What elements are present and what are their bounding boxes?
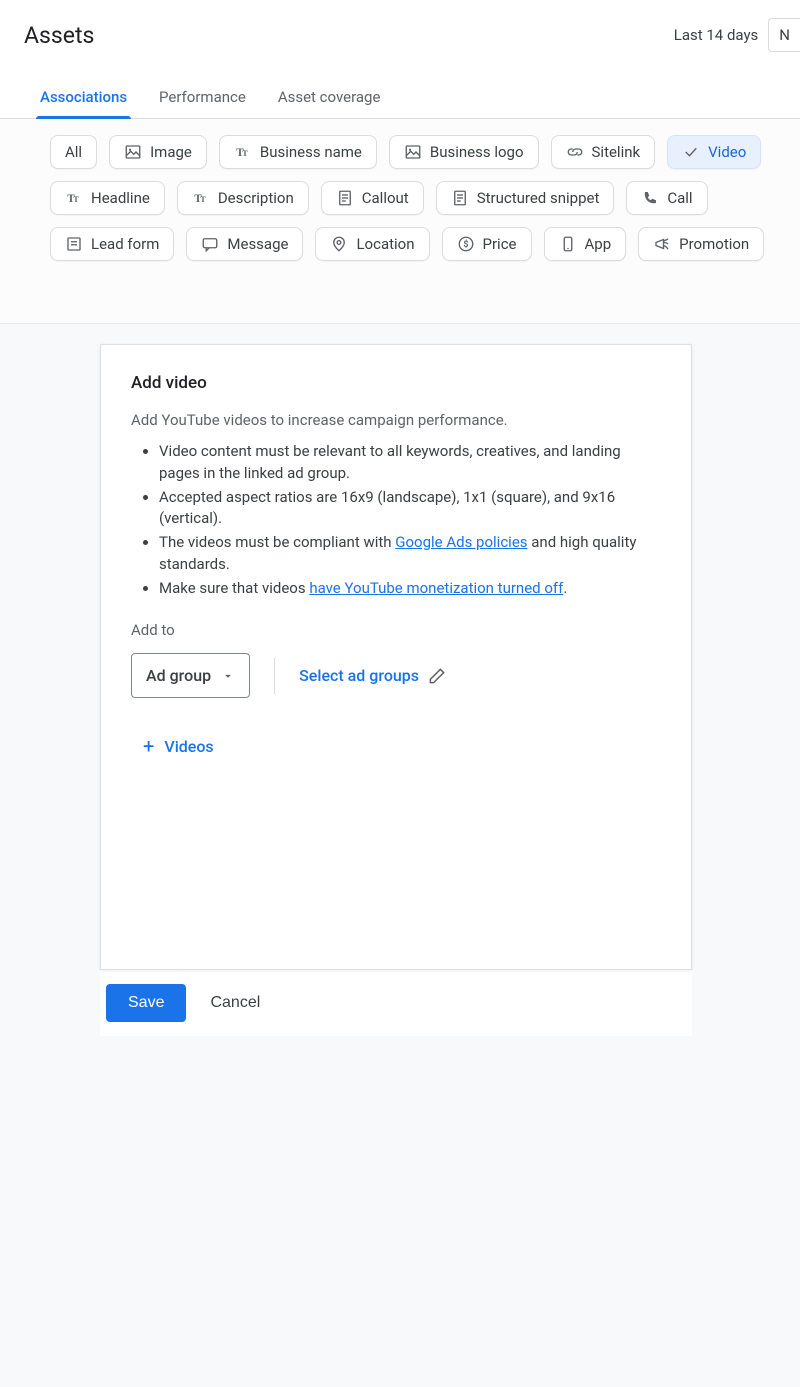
action-bar: Save Cancel — [100, 970, 692, 1036]
list-item: The videos must be compliant with Google… — [159, 532, 661, 576]
tt-icon — [65, 189, 83, 207]
chevron-down-icon — [221, 669, 235, 683]
requirements-list: Video content must be relevant to all ke… — [131, 441, 661, 599]
chip-label: Structured snippet — [477, 189, 600, 207]
card-title: Add video — [131, 373, 661, 393]
chip-image[interactable]: Image — [109, 135, 207, 169]
list-item: Make sure that videos have YouTube monet… — [159, 578, 661, 600]
price-icon — [457, 235, 475, 253]
chip-app[interactable]: App — [544, 227, 627, 261]
tab-asset-coverage[interactable]: Asset coverage — [278, 88, 381, 118]
chip-label: App — [585, 235, 612, 253]
list-item: Accepted aspect ratios are 16x9 (landsca… — [159, 487, 661, 531]
card-description: Add YouTube videos to increase campaign … — [131, 411, 661, 429]
chip-lead-form[interactable]: Lead form — [50, 227, 174, 261]
chip-business-logo[interactable]: Business logo — [389, 135, 539, 169]
monetization-link[interactable]: have YouTube monetization turned off — [309, 579, 563, 597]
select-ad-groups-button[interactable]: Select ad groups — [299, 666, 447, 686]
date-range-next[interactable]: N — [768, 18, 800, 52]
image-icon — [404, 143, 422, 161]
tt-icon — [192, 189, 210, 207]
pencil-icon — [427, 666, 447, 686]
asset-type-chips: All Image Business name Business logo Siteli… — [0, 119, 800, 324]
chip-call[interactable]: Call — [626, 181, 707, 215]
save-button[interactable]: Save — [106, 984, 186, 1022]
pin-icon — [330, 235, 348, 253]
cancel-button[interactable]: Cancel — [210, 994, 260, 1012]
chip-label: Message — [227, 235, 288, 253]
list-item: Video content must be relevant to all ke… — [159, 441, 661, 485]
policies-link[interactable]: Google Ads policies — [395, 533, 527, 551]
chip-callout[interactable]: Callout — [321, 181, 424, 215]
page-title: Assets — [24, 22, 94, 49]
phone-icon — [641, 189, 659, 207]
add-to-label: Add to — [131, 621, 661, 639]
chip-label: Business name — [260, 143, 362, 161]
chip-price[interactable]: Price — [442, 227, 532, 261]
chip-description[interactable]: Description — [177, 181, 309, 215]
chip-label: Business logo — [430, 143, 524, 161]
chip-message[interactable]: Message — [186, 227, 303, 261]
doc-icon — [336, 189, 354, 207]
chip-label: All — [65, 143, 82, 161]
chip-label: Call — [667, 189, 692, 207]
date-range[interactable]: Last 14 days N — [674, 18, 800, 52]
chip-structured-snippet[interactable]: Structured snippet — [436, 181, 615, 215]
divider — [274, 658, 275, 694]
chip-location[interactable]: Location — [315, 227, 429, 261]
tabs: Associations Performance Asset coverage — [0, 52, 800, 119]
chip-label: Sitelink — [592, 143, 641, 161]
add-video-card: Add video Add YouTube videos to increase… — [100, 344, 692, 970]
form-icon — [65, 235, 83, 253]
chip-label: Callout — [362, 189, 409, 207]
link-icon — [566, 143, 584, 161]
chip-promotion[interactable]: Promotion — [638, 227, 764, 261]
plus-icon: + — [143, 734, 154, 758]
chip-label: Image — [150, 143, 192, 161]
add-videos-button[interactable]: + Videos — [131, 734, 214, 758]
ad-group-dropdown[interactable]: Ad group — [131, 653, 250, 698]
chip-all[interactable]: All — [50, 135, 97, 169]
chip-label: Description — [218, 189, 294, 207]
chip-business-name[interactable]: Business name — [219, 135, 377, 169]
promo-icon — [653, 235, 671, 253]
chip-label: Location — [356, 235, 414, 253]
tt-icon — [234, 143, 252, 161]
tab-performance[interactable]: Performance — [159, 88, 246, 118]
chip-sitelink[interactable]: Sitelink — [551, 135, 656, 169]
chip-label: Headline — [91, 189, 150, 207]
chip-label: Lead form — [91, 235, 159, 253]
tab-associations[interactable]: Associations — [40, 88, 127, 118]
check-icon — [682, 143, 700, 161]
chip-label: Price — [483, 235, 517, 253]
chip-label: Promotion — [679, 235, 749, 253]
chip-headline[interactable]: Headline — [50, 181, 165, 215]
app-icon — [559, 235, 577, 253]
date-range-label: Last 14 days — [674, 26, 759, 44]
doc-icon — [451, 189, 469, 207]
chip-label: Video — [708, 143, 746, 161]
image-icon — [124, 143, 142, 161]
dropdown-value: Ad group — [146, 666, 211, 685]
chip-video[interactable]: Video — [667, 135, 761, 169]
msg-icon — [201, 235, 219, 253]
